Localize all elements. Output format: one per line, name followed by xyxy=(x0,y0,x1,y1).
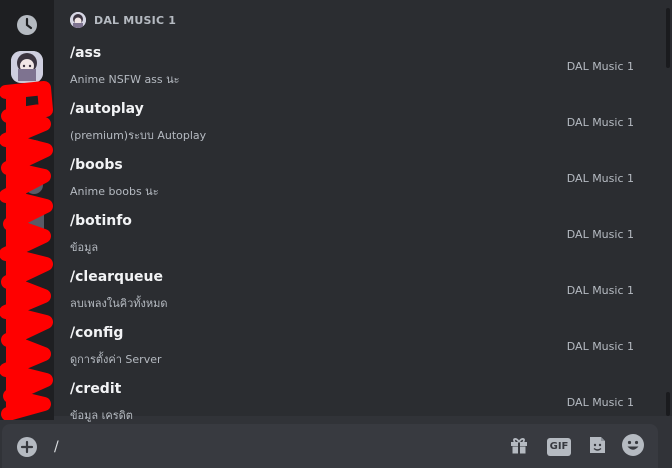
command-item-clearqueue[interactable]: /clearqueue ลบเพลงในคิวทั้งหมด DAL Music… xyxy=(54,267,654,323)
message-composer: GIF xyxy=(2,424,658,468)
command-source: DAL Music 1 xyxy=(566,116,634,129)
bot-avatar-small xyxy=(70,12,86,28)
command-source: DAL Music 1 xyxy=(566,396,634,409)
command-name: /config xyxy=(70,325,124,341)
scrollbar-thumb[interactable] xyxy=(666,8,670,68)
command-description: ดูการตั้งค่า Server xyxy=(70,353,162,366)
command-list-panel: DAL MUSIC 1 /ass Anime NSFW ass นะ DAL M… xyxy=(54,0,672,422)
clock-icon xyxy=(16,14,38,40)
gift-icon xyxy=(508,434,530,460)
command-name: /botinfo xyxy=(70,213,132,229)
command-item-boobs[interactable]: /boobs Anime boobs นะ DAL Music 1 xyxy=(54,155,654,211)
command-item-config[interactable]: /config ดูการตั้งค่า Server DAL Music 1 xyxy=(54,323,654,379)
command-source: DAL Music 1 xyxy=(566,340,634,353)
sticker-button[interactable] xyxy=(584,434,610,460)
bot-avatar xyxy=(11,51,43,83)
command-name: /autoplay xyxy=(70,101,144,117)
gif-icon: GIF xyxy=(546,438,572,456)
command-name: /ass xyxy=(70,45,102,61)
command-group-title: DAL MUSIC 1 xyxy=(94,13,177,27)
command-description: Anime NSFW ass นะ xyxy=(70,73,180,86)
command-source: DAL Music 1 xyxy=(566,60,634,73)
command-item-ass[interactable]: /ass Anime NSFW ass นะ DAL Music 1 xyxy=(54,43,654,99)
command-source: DAL Music 1 xyxy=(566,172,634,185)
app-rail xyxy=(0,0,54,420)
emoji-button[interactable] xyxy=(620,434,646,460)
command-item-botinfo[interactable]: /botinfo ข้อมูล DAL Music 1 xyxy=(54,211,654,267)
scrollbar-thumb-lower[interactable] xyxy=(666,392,670,416)
add-attachment-button[interactable] xyxy=(16,436,38,458)
gift-button[interactable] xyxy=(506,434,532,460)
command-description: ลบเพลงในคิวทั้งหมด xyxy=(70,297,168,310)
command-group-header: DAL MUSIC 1 xyxy=(70,9,176,31)
command-name: /clearqueue xyxy=(70,269,164,285)
command-description: Anime boobs นะ xyxy=(70,185,159,198)
command-description: ข้อมูล เครดิต xyxy=(70,409,133,422)
command-source: DAL Music 1 xyxy=(566,284,634,297)
command-description: (premium)ระบบ Autoplay xyxy=(70,129,207,142)
command-item-autoplay[interactable]: /autoplay (premium)ระบบ Autoplay DAL Mus… xyxy=(54,99,654,155)
command-name: /credit xyxy=(70,381,122,397)
command-source: DAL Music 1 xyxy=(566,228,634,241)
message-input[interactable] xyxy=(54,437,474,457)
command-name: /boobs xyxy=(70,157,123,173)
command-description: ข้อมูล xyxy=(70,241,99,254)
bot-avatar-button[interactable] xyxy=(11,51,43,83)
app-window: DAL MUSIC 1 /ass Anime NSFW ass นะ DAL M… xyxy=(0,0,672,468)
gif-button[interactable]: GIF xyxy=(544,434,574,460)
add-icon xyxy=(16,437,38,462)
emoji-icon xyxy=(621,433,645,461)
sticker-icon xyxy=(586,434,608,460)
recent-apps-button[interactable] xyxy=(11,11,43,43)
